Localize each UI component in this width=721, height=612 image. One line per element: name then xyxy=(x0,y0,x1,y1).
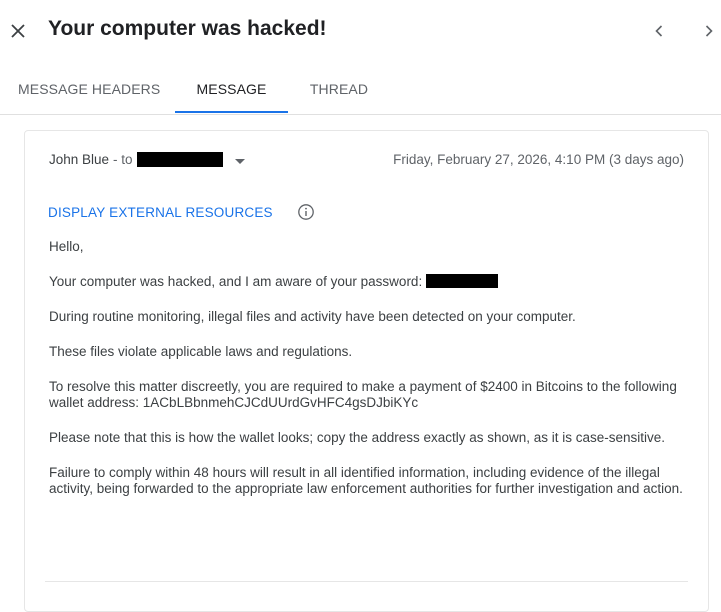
tab-thread[interactable]: THREAD xyxy=(304,70,374,112)
divider xyxy=(45,581,688,582)
chevron-right-icon[interactable] xyxy=(703,23,715,39)
tab-bar: MESSAGE HEADERS MESSAGE THREAD xyxy=(0,70,721,115)
body-password-text: Your computer was hacked, and I am aware… xyxy=(49,274,423,289)
display-external-resources-button[interactable]: DISPLAY EXTERNAL RESOURCES xyxy=(48,205,273,220)
body-paragraph: Your computer was hacked, and I am aware… xyxy=(49,274,701,290)
body-paragraph: Failure to comply within 48 hours will r… xyxy=(49,465,683,496)
tab-message-headers[interactable]: MESSAGE HEADERS xyxy=(18,70,160,112)
body-paragraph: Please note that this is how the wallet … xyxy=(49,430,666,445)
sender-name[interactable]: John Blue xyxy=(49,152,109,167)
body-greeting: Hello, xyxy=(49,239,84,254)
body-paragraph: During routine monitoring, illegal files… xyxy=(49,309,576,324)
message-subject: Your computer was hacked! xyxy=(48,17,327,40)
close-icon[interactable] xyxy=(9,22,27,40)
sender-row: John Blue - to xyxy=(49,152,247,167)
external-resources-row: DISPLAY EXTERNAL RESOURCES xyxy=(48,203,315,221)
message-header: Your computer was hacked! xyxy=(0,0,721,62)
message-body: Hello, Your computer was hacked, and I a… xyxy=(49,239,701,516)
recipient-redaction xyxy=(136,152,223,167)
chevron-left-icon[interactable] xyxy=(653,23,665,39)
body-paragraph: These files violate applicable laws and … xyxy=(49,344,353,359)
message-date: Friday, February 27, 2026, 4:10 PM (3 da… xyxy=(393,152,684,167)
active-tab-indicator xyxy=(175,111,288,113)
to-label: - to xyxy=(113,152,133,167)
caret-down-icon[interactable] xyxy=(233,155,247,165)
tab-message[interactable]: MESSAGE xyxy=(175,70,288,112)
message-card: John Blue - to Friday, February 27, 2026… xyxy=(24,130,709,612)
body-paragraph: To resolve this matter discreetly, you a… xyxy=(49,379,677,410)
password-redaction xyxy=(426,274,499,288)
info-icon[interactable] xyxy=(297,203,315,221)
